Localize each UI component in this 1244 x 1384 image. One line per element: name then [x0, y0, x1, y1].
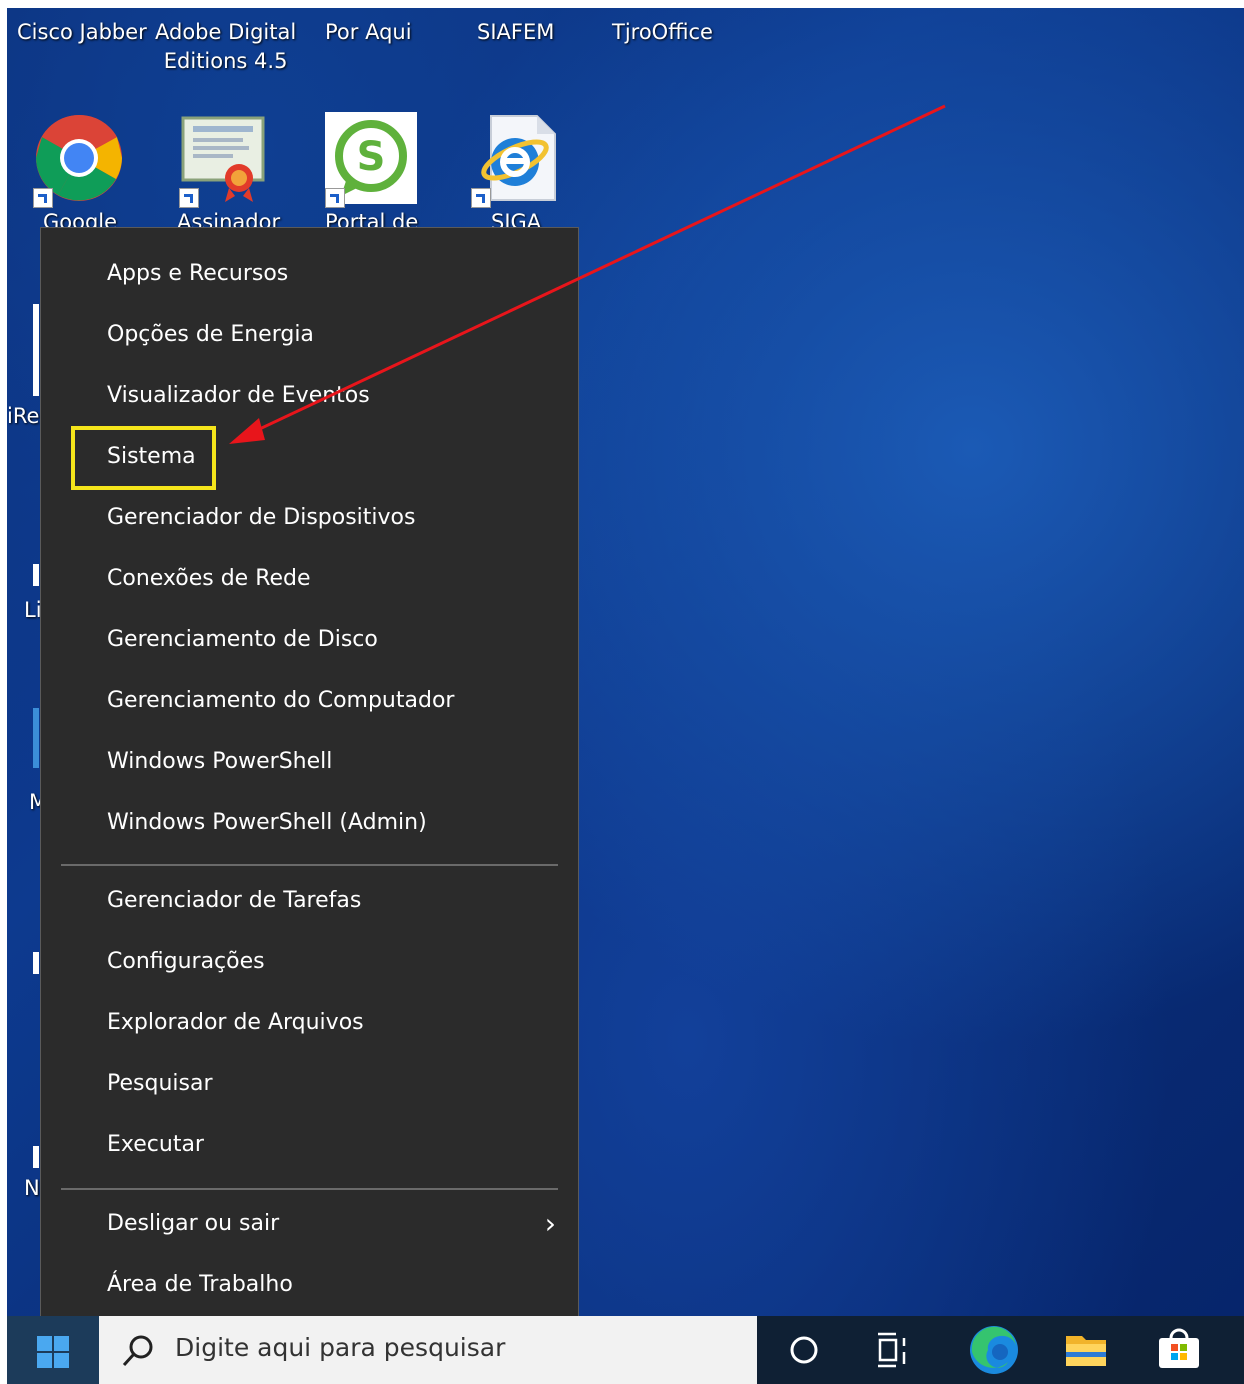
windows-start-icon	[37, 1336, 69, 1368]
start-button[interactable]	[7, 1316, 99, 1384]
desktop: Cisco Jabber Adobe Digital Editions 4.5 …	[7, 8, 1244, 1384]
edge-icon[interactable]	[960, 1316, 1028, 1384]
red-arrow-annotation	[229, 104, 946, 444]
search-placeholder: Digite aqui para pesquisar	[175, 1333, 506, 1362]
search-icon	[122, 1335, 153, 1367]
taskbar-search-box[interactable]: Digite aqui para pesquisar	[99, 1316, 757, 1384]
cortana-circle-icon[interactable]	[770, 1316, 838, 1384]
microsoft-store-icon[interactable]	[1145, 1316, 1213, 1384]
task-view-icon[interactable]	[860, 1316, 928, 1384]
taskbar: Digite aqui para pesquisar	[7, 1316, 1244, 1384]
file-explorer-icon[interactable]	[1052, 1316, 1120, 1384]
